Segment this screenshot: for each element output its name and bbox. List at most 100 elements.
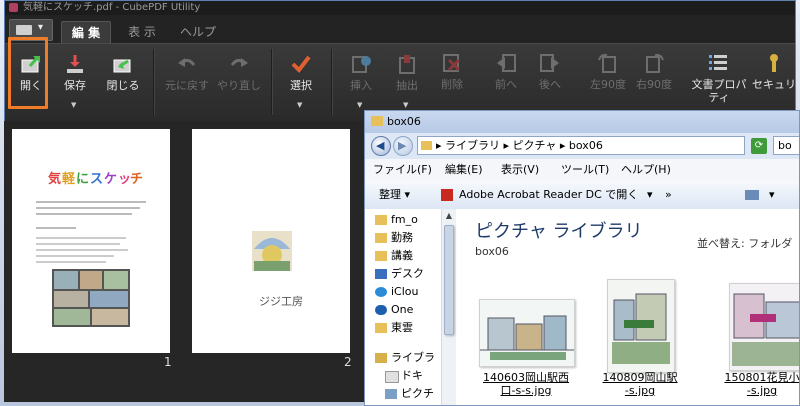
file-thumbnail[interactable]	[729, 283, 799, 371]
select-dropdown-icon[interactable]: ▼	[297, 101, 302, 109]
file-name-line2: 口-s-s.jpg	[500, 384, 552, 397]
redo-label: やり直し	[217, 79, 261, 92]
save-button[interactable]: 保存 ▼	[53, 49, 97, 117]
chevron-down-icon: ▾	[38, 22, 44, 33]
nav-item-shinonome[interactable]: 東雲	[391, 319, 413, 337]
address-bar-row: ◀ ▶ ▸ ライブラリ ▸ ピクチャ ▸ box06 ⟳ bo	[365, 133, 799, 159]
forward-button[interactable]: ▶	[393, 136, 413, 156]
file-view: ピクチャ ライブラリ box06 並べ替え: フォルダ 140603岡山駅西 口…	[457, 209, 800, 405]
move-prev-icon	[497, 54, 516, 72]
svg-text:軽: 軽	[62, 171, 76, 187]
folder-icon	[375, 215, 387, 225]
svg-text:チ: チ	[130, 172, 143, 187]
back-button[interactable]: ◀	[371, 136, 391, 156]
prev-button[interactable]: 前へ	[484, 48, 528, 116]
nav-scrollbar[interactable]: ▲	[441, 209, 456, 405]
delete-button[interactable]: 削除	[430, 48, 474, 116]
ribbon-separator	[331, 49, 333, 115]
key-icon	[770, 54, 778, 72]
insert-dropdown-icon[interactable]: ▼	[357, 101, 362, 109]
scroll-thumb[interactable]	[444, 225, 454, 335]
security-button[interactable]: セキュリテ	[752, 48, 800, 116]
security-label: セキュリテ	[752, 78, 800, 91]
menu-edit[interactable]: 編集(E)	[445, 159, 483, 181]
menu-view[interactable]: 表示(V)	[501, 159, 539, 181]
ribbon-separator	[271, 49, 273, 115]
next-button[interactable]: 後へ	[528, 48, 572, 116]
rotate-left-label: 左90度	[590, 78, 626, 91]
sort-label: 並べ替え:	[697, 237, 745, 250]
tab-view[interactable]: 表 示	[117, 21, 167, 43]
explorer-title: box06	[387, 115, 421, 128]
file-caption[interactable]: 140809岡山駅 -s.jpg	[587, 371, 693, 397]
menu-file[interactable]: ファイル(F)	[373, 159, 432, 181]
move-next-icon	[540, 54, 559, 72]
menu-tools[interactable]: ツール(T)	[561, 159, 609, 181]
sort-control[interactable]: 並べ替え: フォルダ	[697, 235, 792, 251]
rotate-right-icon	[646, 53, 664, 73]
scroll-up-icon[interactable]: ▲	[444, 211, 454, 221]
extract-dropdown-icon[interactable]: ▼	[403, 101, 408, 109]
next-label: 後へ	[539, 78, 561, 91]
close-button[interactable]: 閉じる	[101, 49, 145, 117]
nav-item-fm[interactable]: fm_o	[391, 211, 418, 229]
refresh-icon[interactable]: ⟳	[751, 138, 767, 154]
nav-item-library[interactable]: ライブラ	[391, 349, 435, 367]
icloud-icon	[375, 287, 387, 297]
address-box[interactable]: ▸ ライブラリ ▸ ピクチャ ▸ box06	[417, 136, 745, 155]
file-thumbnail[interactable]	[479, 299, 575, 367]
svg-text:ケ: ケ	[104, 172, 117, 187]
more-commands-button[interactable]: »	[665, 181, 672, 209]
nav-item-pictures[interactable]: ピクチ	[401, 385, 434, 403]
insert-label: 挿入	[350, 79, 372, 92]
window-title: 気軽にスケッチ.pdf - CubePDF Utility	[23, 2, 201, 13]
file-caption[interactable]: 140603岡山駅西 口-s-s.jpg	[471, 371, 581, 397]
file-caption[interactable]: 150801花見小 -s.jpg	[707, 371, 800, 397]
nav-item-lecture[interactable]: 講義	[391, 247, 413, 265]
open-with-button[interactable]: Adobe Acrobat Reader DC で開く	[459, 181, 638, 209]
view-dropdown-icon[interactable]: ▾	[769, 181, 775, 209]
page-thumbnail-2[interactable]	[192, 129, 350, 353]
properties-button[interactable]: 文書プロパティ	[692, 48, 747, 116]
open-with-dropdown-icon[interactable]: ▾	[647, 181, 653, 209]
nav-item-icloud[interactable]: iClou	[391, 283, 419, 301]
file-name-line1: 150801花見小	[724, 371, 800, 384]
folder-icon	[16, 25, 32, 35]
sort-value: フォルダ	[748, 237, 793, 250]
library-subtitle: box06	[475, 245, 509, 258]
rotate-left-icon	[598, 53, 616, 73]
organize-button[interactable]: 整理 ▾	[379, 181, 410, 209]
insert-button[interactable]: 挿入 ▼	[339, 49, 383, 117]
rotate-right-button[interactable]: 右90度	[632, 48, 676, 116]
save-dropdown-icon[interactable]: ▼	[71, 101, 76, 109]
open-button-highlight	[8, 37, 48, 109]
explorer-menu-bar: ファイル(F) 編集(E) 表示(V) ツール(T) ヘルプ(H)	[365, 159, 799, 182]
rotate-left-button[interactable]: 左90度	[586, 48, 630, 116]
rotate-right-label: 右90度	[636, 78, 672, 91]
sketch-image	[608, 280, 674, 372]
menu-help[interactable]: ヘルプ(H)	[621, 159, 671, 181]
search-input[interactable]: bo	[773, 136, 799, 155]
close-label: 閉じる	[106, 79, 140, 92]
redo-button[interactable]: やり直し	[217, 49, 261, 117]
nav-item-work[interactable]: 勤務	[391, 229, 413, 247]
undo-button[interactable]: 元に戻す	[165, 49, 209, 117]
extract-button[interactable]: 抽出 ▼	[385, 49, 429, 117]
nav-item-documents[interactable]: ドキ	[401, 367, 423, 385]
tab-edit[interactable]: 編 集	[61, 21, 111, 44]
select-button[interactable]: 選択 ▼	[279, 49, 323, 117]
file-name-line1: 140603岡山駅西	[483, 371, 569, 384]
nav-item-onedrive[interactable]: One	[391, 301, 413, 319]
save-label: 保存	[64, 79, 86, 92]
navigation-pane: fm_o 勤務 講義 デスク iClou One 東雲 ライブラ ドキ ピクチ …	[365, 209, 458, 405]
select-label: 選択	[290, 79, 312, 92]
folder-icon	[375, 251, 387, 261]
nav-item-desktop[interactable]: デスク	[391, 265, 424, 283]
forward-arrow-icon: ▶	[398, 139, 407, 152]
file-name-line1: 140809岡山駅	[602, 371, 678, 384]
file-thumbnail[interactable]	[607, 279, 675, 373]
properties-label: 文書プロパティ	[691, 78, 747, 104]
tab-help[interactable]: ヘルプ	[173, 21, 223, 43]
view-options-icon[interactable]	[745, 190, 759, 200]
page-thumbnail-1[interactable]: 気 軽 に ス ケ ッ チ	[12, 129, 170, 353]
